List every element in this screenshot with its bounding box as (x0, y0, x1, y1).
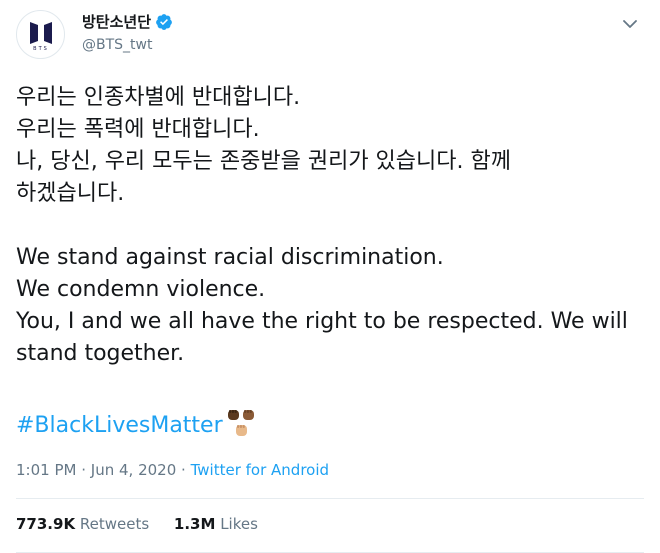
verified-badge-icon (156, 14, 172, 30)
tweet-source-link[interactable]: Twitter for Android (191, 461, 329, 479)
tweet-text: 우리는 인종차별에 반대합니다. 우리는 폭력에 반대합니다. 나, 당신, 우… (16, 82, 646, 370)
likes-count: 1.3M (173, 515, 216, 533)
hashtag-row: #BlackLivesMatter (16, 408, 259, 444)
hashtag-link[interactable]: #BlackLivesMatter (16, 410, 223, 442)
tweet-time[interactable]: 1:01 PM (16, 461, 76, 479)
tweet-line: 나, 당신, 우리 모두는 존중받을 권리가 있습니다. 함께 (16, 149, 511, 174)
chevron-down-icon[interactable] (622, 16, 638, 32)
meta-separator: · (181, 461, 186, 479)
tweet-meta: 1:01 PM · Jun 4, 2020 · Twitter for Andr… (16, 460, 329, 480)
tweet-date[interactable]: Jun 4, 2020 (91, 461, 176, 479)
tweet-line: We stand against racial discrimination. (16, 245, 444, 270)
retweets-stat[interactable]: 773.9K Retweets (16, 515, 154, 533)
retweets-label: Retweets (79, 515, 150, 533)
tweet-stats: 773.9K Retweets 1.3M Likes (16, 514, 278, 534)
raised-fists-emoji-icon (227, 410, 254, 436)
tweet-line: We condemn violence. (16, 277, 266, 302)
divider (16, 498, 644, 499)
avatar-logo-text: BTS (33, 46, 49, 52)
tweet-line: 우리는 폭력에 반대합니다. (16, 117, 260, 142)
tweet-line: You, I and we all have the right to be r… (16, 309, 628, 334)
tweet-line: 하겠습니다. (16, 181, 125, 206)
likes-stat[interactable]: 1.3M Likes (174, 515, 258, 533)
bts-logo-icon: BTS (29, 21, 52, 52)
avatar[interactable]: BTS (16, 10, 65, 59)
retweets-count: 773.9K (16, 515, 76, 533)
author-name-row: 방탄소년단 (82, 12, 173, 32)
display-name[interactable]: 방탄소년단 (82, 12, 151, 32)
meta-separator: · (81, 461, 87, 479)
likes-label: Likes (220, 515, 258, 533)
tweet-line: 우리는 인종차별에 반대합니다. (16, 85, 301, 110)
tweet-line: stand together. (16, 341, 185, 366)
tweet-card: BTS 방탄소년단 @BTS_twt 우리는 인종차별에 반대합니다. 우리는 … (0, 0, 660, 553)
author-handle[interactable]: @BTS_twt (82, 36, 152, 54)
